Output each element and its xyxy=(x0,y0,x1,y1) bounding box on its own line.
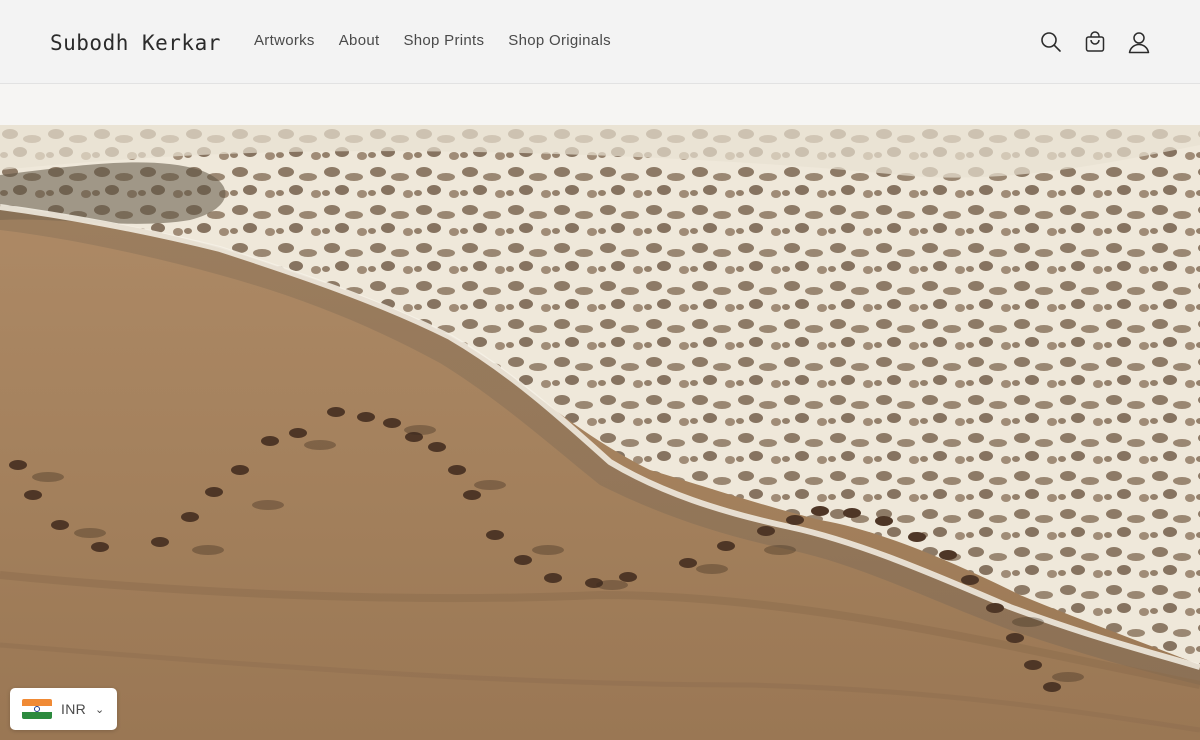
header-icons xyxy=(1038,27,1152,57)
main-nav: Artworks About Shop Prints Shop Original… xyxy=(254,31,611,51)
search-icon xyxy=(1041,32,1061,52)
announcement-spacer xyxy=(0,84,1200,125)
hero-banner xyxy=(0,125,1200,740)
hero-image xyxy=(0,125,1200,740)
account-button[interactable] xyxy=(1126,27,1152,57)
account-icon xyxy=(1128,32,1150,54)
india-flag-icon xyxy=(22,699,52,719)
site-logo[interactable]: Subodh Kerkar xyxy=(50,29,221,57)
cart-button[interactable] xyxy=(1082,27,1108,57)
nav-link-shop-originals[interactable]: Shop Originals xyxy=(508,31,611,51)
site-header: Subodh Kerkar Artworks About Shop Prints… xyxy=(0,0,1200,84)
nav-link-artworks[interactable]: Artworks xyxy=(254,31,315,51)
search-button[interactable] xyxy=(1038,27,1064,57)
nav-link-shop-prints[interactable]: Shop Prints xyxy=(403,31,484,51)
chevron-down-icon: ⌄ xyxy=(95,703,105,716)
cart-icon xyxy=(1085,31,1105,52)
nav-link-about[interactable]: About xyxy=(339,31,380,51)
currency-selector[interactable]: INR ⌄ xyxy=(10,688,117,730)
currency-code: INR xyxy=(61,701,87,717)
